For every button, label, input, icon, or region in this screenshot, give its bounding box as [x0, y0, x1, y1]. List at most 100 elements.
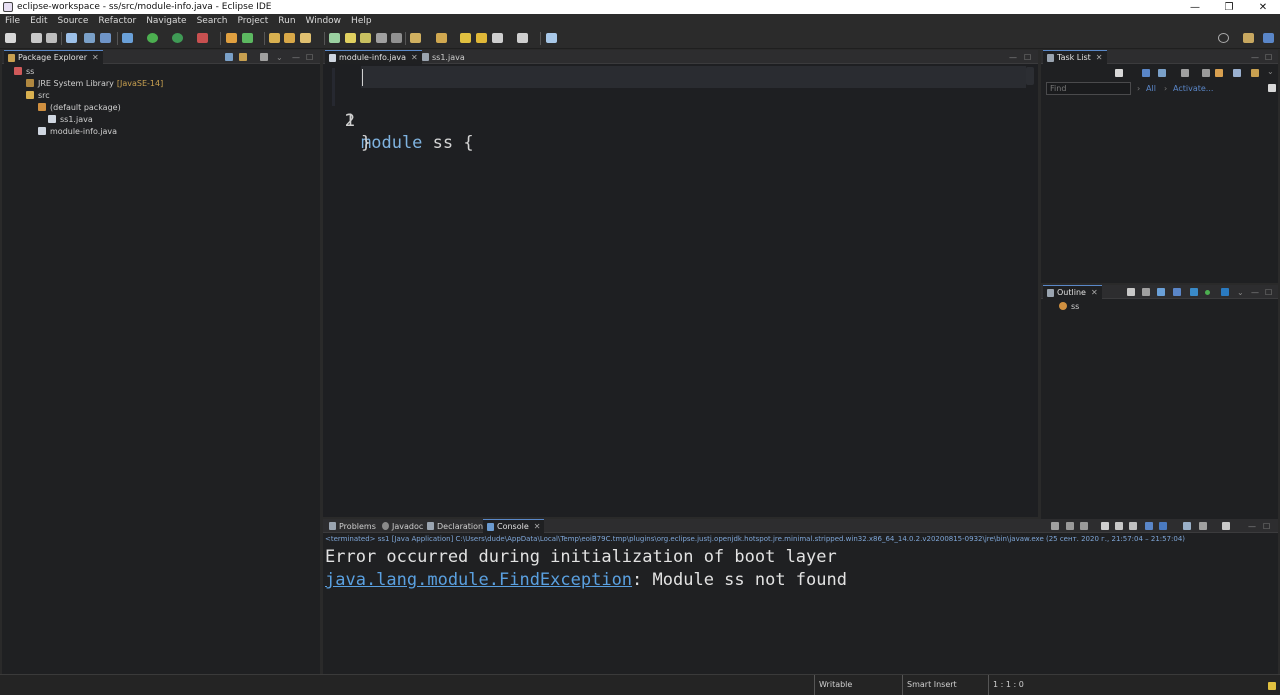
terminal-icon[interactable]	[66, 33, 77, 43]
minimize-view-icon[interactable]: —	[1251, 53, 1259, 62]
tab-ss1-java[interactable]: ss1.java	[418, 50, 469, 64]
tab-declaration[interactable]: Declaration	[423, 519, 487, 533]
toggle-breadcrumb-icon[interactable]	[100, 33, 111, 43]
link-with-editor-icon[interactable]	[1221, 288, 1229, 296]
notification-icon[interactable]	[1268, 682, 1276, 690]
tab-outline[interactable]: Outline ✕	[1043, 285, 1102, 299]
tab-task-list[interactable]: Task List ✕	[1043, 50, 1107, 64]
hide-non-public-icon[interactable]	[1190, 288, 1198, 296]
pin-editor-icon[interactable]	[546, 33, 557, 43]
open-console-icon[interactable]	[1222, 522, 1230, 530]
menu-navigate[interactable]: Navigate	[141, 16, 191, 26]
skip-breakpoints-icon[interactable]	[84, 33, 95, 43]
external-tools-icon[interactable]	[197, 33, 208, 43]
block-selection-icon[interactable]	[376, 33, 387, 43]
categorized-icon[interactable]	[1142, 69, 1150, 77]
toggle-mark-occurrences-icon[interactable]	[329, 33, 340, 43]
line-text[interactable]: }	[361, 132, 371, 154]
new-icon[interactable]	[5, 33, 16, 43]
code-line[interactable]: 1 module ss {	[323, 66, 1038, 153]
hide-tasks-icon[interactable]	[1202, 69, 1210, 77]
run-icon[interactable]	[147, 33, 158, 43]
maximize-view-icon[interactable]: ☐	[1024, 53, 1031, 62]
highlight-icon[interactable]	[345, 33, 356, 43]
maximize-view-icon[interactable]: ☐	[1265, 288, 1272, 297]
filter-completed-icon[interactable]	[1181, 69, 1189, 77]
open-perspective-icon[interactable]	[1243, 33, 1254, 43]
forward-history-icon[interactable]	[476, 33, 487, 43]
hide-static-icon[interactable]	[1173, 288, 1181, 296]
tree-item-module-info[interactable]: module-info.java	[38, 125, 117, 137]
close-icon[interactable]: ✕	[411, 53, 418, 62]
hide-local-types-icon[interactable]	[1205, 290, 1210, 295]
save-icon[interactable]	[31, 33, 42, 43]
open-type-icon[interactable]	[269, 33, 280, 43]
maximize-view-icon[interactable]: ☐	[1263, 522, 1270, 531]
coverage-icon[interactable]	[172, 33, 183, 43]
activate-link[interactable]: Activate...	[1173, 84, 1213, 93]
menu-window[interactable]: Window	[301, 16, 347, 26]
tree-item-default-package[interactable]: (default package)	[38, 101, 121, 113]
word-wrap-icon[interactable]	[360, 33, 371, 43]
exception-link[interactable]: java.lang.module.FindException	[325, 570, 632, 590]
pin-console-icon[interactable]	[1183, 522, 1191, 530]
tree-item-src[interactable]: src	[26, 89, 50, 101]
minimize-view-icon[interactable]: —	[1009, 53, 1017, 62]
close-button[interactable]: ✕	[1246, 0, 1280, 14]
code-editor[interactable]: 1 module ss { 2 }	[323, 65, 1038, 517]
menu-project[interactable]: Project	[232, 16, 273, 26]
collapse-all-icon[interactable]	[225, 53, 233, 61]
focus-on-active-task-icon[interactable]	[1127, 288, 1135, 296]
sort-icon[interactable]	[1142, 288, 1150, 296]
java-perspective-icon[interactable]	[1263, 33, 1274, 43]
save-all-icon[interactable]	[46, 33, 57, 43]
focus-icon[interactable]	[1215, 69, 1223, 77]
back-icon[interactable]	[492, 33, 503, 43]
menu-help[interactable]: Help	[346, 16, 377, 26]
menu-refactor[interactable]: Refactor	[93, 16, 141, 26]
tab-package-explorer[interactable]: Package Explorer ✕	[4, 50, 103, 64]
search-icon[interactable]	[1218, 33, 1229, 43]
status-insert-mode[interactable]: Smart Insert	[902, 675, 986, 695]
filters-icon[interactable]	[260, 53, 268, 61]
tab-module-info[interactable]: module-info.java ✕	[325, 50, 422, 64]
menu-source[interactable]: Source	[53, 16, 94, 26]
forward-icon[interactable]	[517, 33, 528, 43]
open-task-icon[interactable]	[284, 33, 295, 43]
tree-item-jre-library[interactable]: JRE System Library [JavaSE-14]	[26, 77, 163, 89]
maximize-view-icon[interactable]: ☐	[1265, 53, 1272, 62]
display-selected-console-icon[interactable]	[1199, 522, 1207, 530]
last-edit-icon[interactable]	[460, 33, 471, 43]
view-menu-icon[interactable]: ⌄	[276, 53, 283, 62]
menu-search[interactable]: Search	[192, 16, 233, 26]
new-java-project-icon[interactable]	[226, 33, 237, 43]
show-on-stdout-icon[interactable]	[1145, 522, 1153, 530]
tree-item-project-ss[interactable]: ss	[14, 65, 34, 77]
menu-file[interactable]: File	[0, 16, 25, 26]
restore-button[interactable]: ❐	[1212, 0, 1246, 14]
show-on-stderr-icon[interactable]	[1159, 522, 1167, 530]
vertical-scrollbar[interactable]	[1026, 67, 1034, 85]
menu-run[interactable]: Run	[273, 16, 300, 26]
all-link[interactable]: All	[1146, 84, 1156, 93]
outline-item-ss[interactable]: ss	[1059, 300, 1079, 312]
previous-annotation-icon[interactable]	[436, 33, 447, 43]
debug-icon[interactable]	[122, 33, 133, 43]
synchronize-icon[interactable]	[1251, 69, 1259, 77]
search-tool-icon[interactable]	[300, 33, 311, 43]
show-whitespace-icon[interactable]	[391, 33, 402, 43]
new-task-icon[interactable]	[1115, 69, 1123, 77]
view-menu-icon[interactable]: ⌄	[1267, 67, 1274, 76]
next-annotation-icon[interactable]	[410, 33, 421, 43]
maximize-view-icon[interactable]: ☐	[306, 53, 313, 62]
tab-problems[interactable]: Problems	[325, 519, 380, 533]
scheduled-icon[interactable]	[1158, 69, 1166, 77]
help-icon[interactable]	[1268, 84, 1276, 92]
menu-edit[interactable]: Edit	[25, 16, 52, 26]
minimize-button[interactable]: —	[1178, 0, 1212, 14]
close-icon[interactable]: ✕	[92, 53, 99, 62]
remove-all-terminated-icon[interactable]	[1080, 522, 1088, 530]
clear-console-icon[interactable]	[1101, 522, 1109, 530]
code-line[interactable]: 2 }	[323, 88, 1038, 153]
view-menu-icon[interactable]: ⌄	[1237, 288, 1244, 297]
